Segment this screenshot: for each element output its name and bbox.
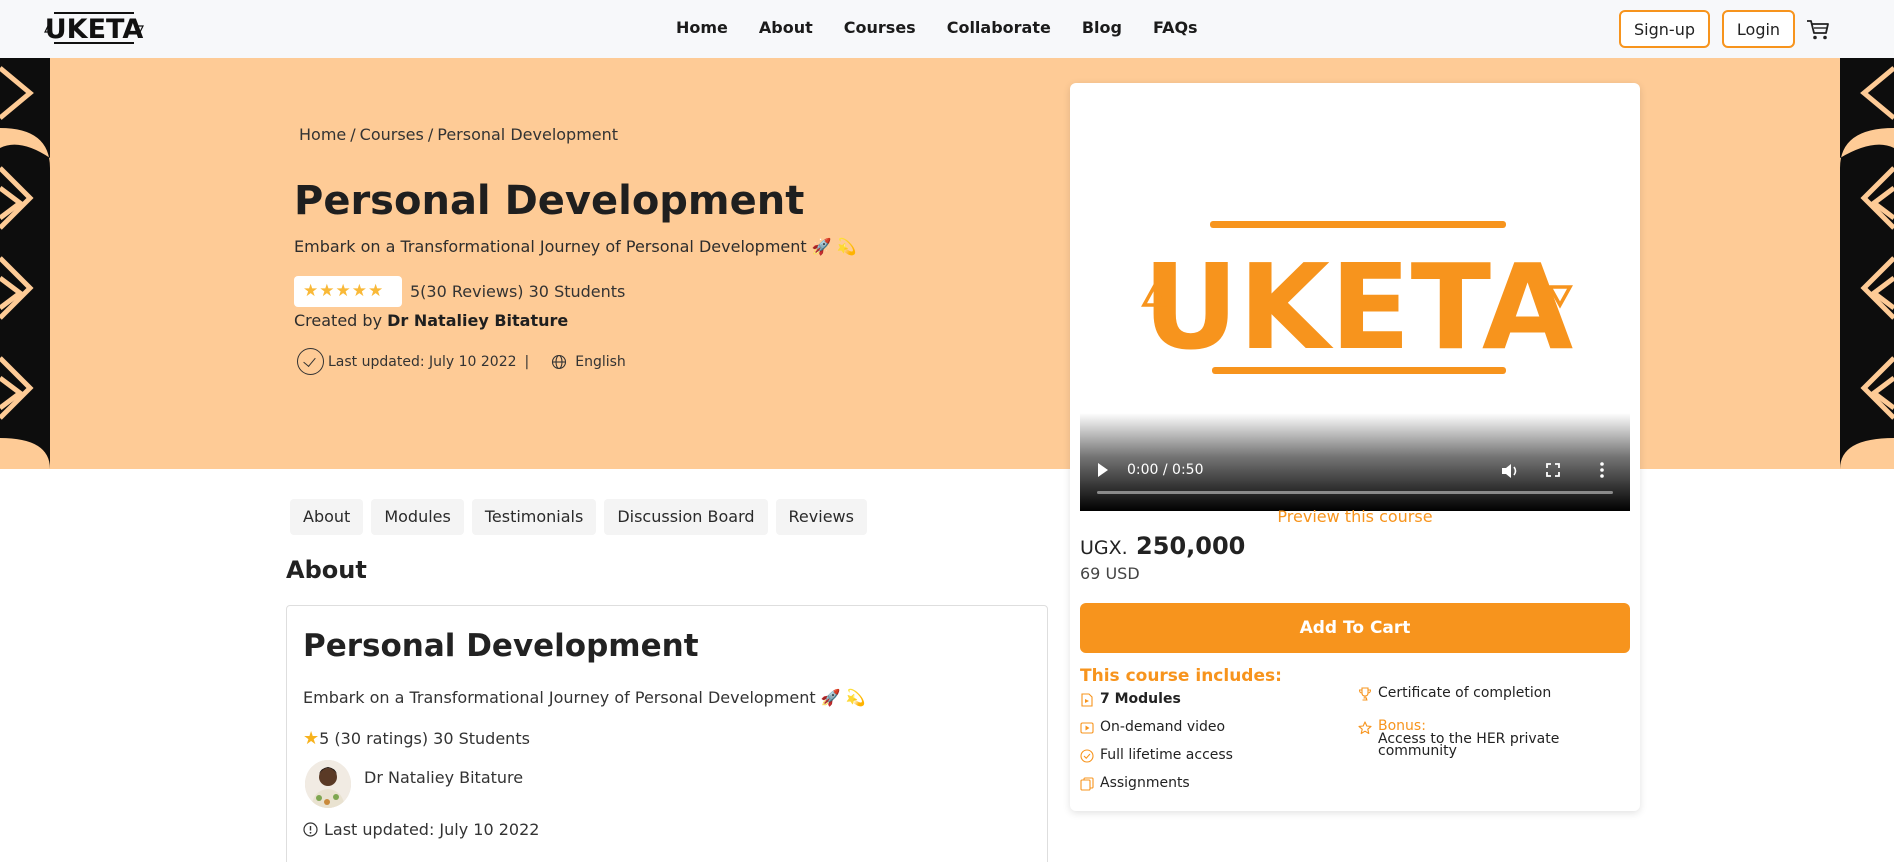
tab-about[interactable]: About (290, 499, 364, 535)
price-value: 250,000 (1136, 532, 1246, 560)
author-name[interactable]: Dr Nataliey Bitature (387, 311, 568, 330)
video-icon (1080, 722, 1094, 734)
tab-testimonials[interactable]: Testimonials (471, 499, 597, 535)
trophy-icon (1358, 687, 1372, 701)
about-author-name[interactable]: Dr Nataliey Bitature (364, 768, 523, 787)
add-to-cart-button[interactable]: Add To Cart (1080, 603, 1630, 653)
svg-text:UKETA: UKETA (1143, 238, 1574, 376)
price-currency: UGX. (1080, 537, 1128, 559)
rating-summary: 5(30 Reviews) 30 Students (410, 282, 626, 301)
star-outline-icon (1358, 721, 1372, 735)
tab-modules[interactable]: Modules (371, 499, 464, 535)
course-preview-video[interactable]: UKETA 0:00 / 0:50 (1080, 93, 1630, 511)
star-rating-icon: ★★★★★ (303, 281, 385, 301)
about-last-updated: Last updated: July 10 2022 (303, 820, 539, 839)
course-price: UGX. 250,000 (1080, 532, 1245, 560)
meta-separator: | (524, 353, 530, 370)
about-last-updated-text: Last updated: July 10 2022 (324, 820, 540, 839)
nav-link-collaborate[interactable]: Collaborate (947, 18, 1051, 37)
tab-reviews[interactable]: Reviews (775, 499, 867, 535)
include-item-modules: 7 Modules (1080, 691, 1181, 707)
volume-icon[interactable] (1500, 462, 1520, 480)
check-circle-icon (1080, 749, 1094, 763)
login-button[interactable]: Login (1722, 10, 1795, 48)
about-course-subtitle: Embark on a Transformational Journey of … (303, 688, 866, 707)
course-subtitle: Embark on a Transformational Journey of … (294, 237, 857, 256)
top-navbar: UKETA Home About Courses Collaborate Blo… (0, 0, 1894, 58)
nav-link-home[interactable]: Home (676, 18, 728, 37)
tribal-pattern-decoration (1840, 58, 1894, 469)
price-usd: 69 USD (1080, 564, 1140, 583)
breadcrumb-separator: / (427, 125, 434, 144)
video-time: 0:00 / 0:50 (1127, 462, 1204, 478)
svg-text:UKETA: UKETA (45, 14, 144, 45)
course-meta: Last updated: July 10 2022 | English (297, 348, 626, 375)
breadcrumb: Home / Courses / Personal Development (299, 125, 622, 144)
star-icon: ★ (303, 728, 320, 749)
includes-title: This course includes: (1080, 666, 1282, 686)
copy-icon (1080, 777, 1094, 791)
include-item-video: On-demand video (1080, 719, 1225, 735)
tribal-pattern-decoration (0, 58, 50, 469)
nav-link-about[interactable]: About (759, 18, 813, 37)
created-by: Created by Dr Nataliey Bitature (294, 311, 568, 330)
include-item-certificate: Certificate of completion (1358, 685, 1551, 701)
breadcrumb-separator: / (350, 125, 356, 144)
course-title: Personal Development (294, 178, 805, 224)
include-item-bonus: Bonus: Access to the HER private communi… (1358, 719, 1578, 759)
nav-link-faqs[interactable]: FAQs (1153, 18, 1198, 37)
check-circle-icon (297, 348, 324, 375)
cart-icon[interactable] (1806, 19, 1830, 41)
globe-icon (552, 354, 567, 369)
uketa-video-logo: UKETA (1141, 221, 1574, 376)
file-icon (1081, 693, 1093, 707)
about-rating-text: 5 (30 ratings) 30 Students (319, 729, 530, 748)
bonus-text: Access to the HER private community (1378, 731, 1560, 759)
author-avatar[interactable] (305, 760, 351, 808)
about-card: Personal Development Embark on a Transfo… (286, 605, 1048, 862)
course-tabs: About Modules Testimonials Discussion Bo… (290, 499, 875, 535)
include-item-assignments: Assignments (1080, 775, 1190, 791)
main-nav: Home About Courses Collaborate Blog FAQs (676, 18, 1229, 37)
play-icon[interactable] (1098, 463, 1108, 477)
nav-link-blog[interactable]: Blog (1082, 18, 1122, 37)
preview-course-link[interactable]: Preview this course (1070, 507, 1640, 526)
breadcrumb-home[interactable]: Home (299, 125, 346, 144)
about-course-title: Personal Development (303, 628, 699, 664)
language: English (575, 353, 626, 370)
breadcrumb-current: Personal Development (437, 125, 619, 144)
more-options-icon[interactable] (1600, 461, 1604, 479)
fullscreen-icon[interactable] (1546, 463, 1560, 477)
include-item-lifetime: Full lifetime access (1080, 747, 1233, 763)
tab-discussion-board[interactable]: Discussion Board (604, 499, 768, 535)
about-rating: ★ 5 (30 ratings) 30 Students (303, 728, 530, 749)
video-controls: 0:00 / 0:50 (1080, 413, 1630, 511)
about-heading: About (286, 556, 367, 584)
video-progress-bar[interactable] (1097, 491, 1613, 494)
breadcrumb-courses[interactable]: Courses (360, 125, 424, 144)
created-by-label: Created by (294, 311, 383, 330)
nav-link-courses[interactable]: Courses (844, 18, 916, 37)
last-updated: Last updated: July 10 2022 (328, 353, 517, 370)
signup-button[interactable]: Sign-up (1619, 10, 1710, 48)
info-icon (303, 822, 318, 837)
course-purchase-card: UKETA 0:00 / 0:50 Preview this course UG… (1070, 83, 1640, 811)
uketa-logo[interactable]: UKETA (44, 8, 144, 48)
rating-stars-box: ★★★★★ (294, 276, 402, 307)
